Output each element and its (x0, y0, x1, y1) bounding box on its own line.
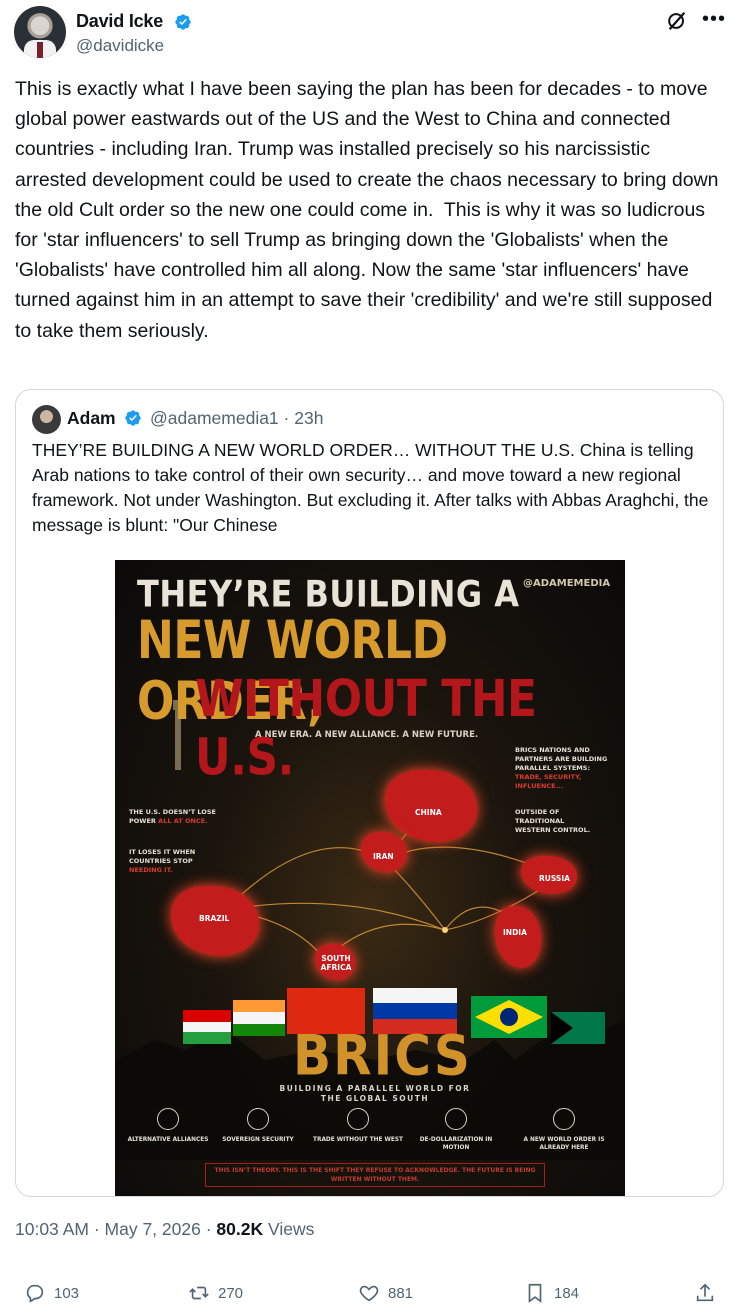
views-label: Views (268, 1219, 315, 1239)
bookmark-count: 184 (554, 1284, 580, 1302)
poster-pillars: ALTERNATIVE ALLIANCES SOVEREIGN SECURITY… (115, 1108, 625, 1162)
repost-count: 270 (218, 1284, 244, 1302)
share-button[interactable] (694, 1278, 716, 1308)
poster-brics-note: BRICS NATIONS AND PARTNERS ARE BUILDING … (515, 746, 615, 791)
pillar-label: ALTERNATIVE ALLIANCES (127, 1137, 209, 1143)
quote-separator: · (283, 408, 295, 428)
poster-brics-title: BRICS (293, 1024, 472, 1088)
pillar-label: SOVEREIGN SECURITY (222, 1137, 294, 1143)
views-count: 80.2K (216, 1219, 264, 1239)
quote-age: 23h (294, 408, 324, 428)
map-label-india: INDIA (503, 928, 527, 937)
bookmark-icon (528, 1283, 542, 1303)
pillar-dedollarization: DE-DOLLARIZATION IN MOTION (411, 1108, 501, 1152)
brics-note-text: BRICS NATIONS AND PARTNERS ARE BUILDING … (515, 746, 608, 772)
share-icon (696, 1283, 714, 1302)
poster-footer: THIS ISN’T THEORY. THIS IS THE SHIFT THE… (205, 1163, 545, 1187)
quote-handle-line: @adamemedia1 · 23h (150, 408, 323, 429)
quote-author-name: Adam (67, 408, 116, 428)
meta-separator: · (93, 1219, 105, 1239)
map-label-china: CHINA (415, 808, 442, 817)
shield-icon (247, 1108, 269, 1130)
author-name[interactable]: David Icke (76, 11, 163, 32)
grok-icon[interactable] (666, 10, 688, 32)
left-note-2-highlight: NEEDING IT. (129, 866, 173, 874)
reply-icon (26, 1284, 44, 1303)
map-label-russia: RUSSIA (539, 874, 570, 883)
bookmark-button[interactable]: 184 (524, 1278, 579, 1308)
pillar-label: A NEW WORLD ORDER IS ALREADY HERE (523, 1137, 605, 1151)
author-avatar[interactable] (14, 6, 66, 58)
quote-avatar (32, 405, 61, 434)
quote-handle: @adamemedia1 (150, 408, 279, 428)
poster-outside-note: OUTSIDE OF TRADITIONAL WESTERN CONTROL. (515, 808, 591, 834)
quote-image[interactable]: THEY’RE BUILDING A NEW WORLD ORDER, WITH… (115, 560, 625, 1196)
like-button[interactable]: 881 (358, 1278, 413, 1308)
like-count: 881 (388, 1284, 414, 1302)
verified-badge-icon (175, 14, 191, 30)
post-time[interactable]: 10:03 AM (15, 1219, 89, 1239)
quoted-post[interactable]: Adam @adamemedia1 · 23h THEY’RE BUILDING… (15, 389, 724, 1197)
left-note-2-text: IT LOSES IT WHEN COUNTRIES STOP (129, 848, 196, 865)
post-meta: 10:03 AM · May 7, 2026 · 80.2K Views (15, 1219, 314, 1240)
poster-subtitle: BUILDING A PARALLEL WORLD FOR THE GLOBAL… (279, 1084, 471, 1103)
repost-icon (189, 1286, 209, 1300)
bar-chart-icon (347, 1108, 369, 1130)
reply-button[interactable]: 103 (24, 1278, 79, 1308)
pillar-label: TRADE WITHOUT THE WEST (313, 1137, 403, 1143)
avatar-tie (37, 42, 43, 58)
poster-left-note-2: IT LOSES IT WHEN COUNTRIES STOP NEEDING … (129, 848, 219, 875)
map-label-south-africa: SOUTH AFRICA (320, 954, 352, 972)
pillar-new-order: A NEW WORLD ORDER IS ALREADY HERE (519, 1108, 609, 1152)
more-icon[interactable]: ••• (702, 8, 726, 31)
currency-icon (445, 1108, 467, 1130)
map-label-iran: IRAN (373, 852, 394, 861)
pillar-alliances: ALTERNATIVE ALLIANCES (123, 1108, 213, 1144)
reply-count: 103 (54, 1284, 80, 1302)
poster-tagline: A NEW ERA. A NEW ALLIANCE. A NEW FUTURE. (255, 730, 479, 740)
pillar-trade: TRADE WITHOUT THE WEST (313, 1108, 403, 1144)
poster-brand: @ADAMEMEDIA (523, 578, 611, 589)
quote-text: THEY’RE BUILDING A NEW WORLD ORDER… WITH… (32, 440, 709, 535)
action-bar: 103 270 881 184 (0, 1278, 742, 1308)
repost-button[interactable]: 270 (188, 1278, 243, 1308)
meta-separator: · (205, 1219, 217, 1239)
quote-verified-badge-icon (125, 410, 141, 426)
pillar-security: SOVEREIGN SECURITY (213, 1108, 303, 1144)
post-text: This is exactly what I have been saying … (15, 78, 724, 342)
globe-icon (553, 1108, 575, 1130)
author-handle[interactable]: @davidicke (76, 36, 164, 56)
post-header: David Icke @davidicke ••• (14, 6, 728, 62)
like-icon (359, 1285, 379, 1302)
post-date[interactable]: May 7, 2026 (105, 1219, 201, 1239)
pillar-label: DE-DOLLARIZATION IN MOTION (419, 1137, 493, 1151)
left-note-1-highlight: ALL AT ONCE. (158, 817, 208, 825)
brics-note-highlight: TRADE, SECURITY, INFLUENCE... (515, 773, 582, 790)
map-label-brazil: BRAZIL (199, 914, 230, 923)
handshake-icon (157, 1108, 179, 1130)
poster-left-note-1: THE U.S. DOESN’T LOSE POWER ALL AT ONCE. (129, 808, 219, 826)
